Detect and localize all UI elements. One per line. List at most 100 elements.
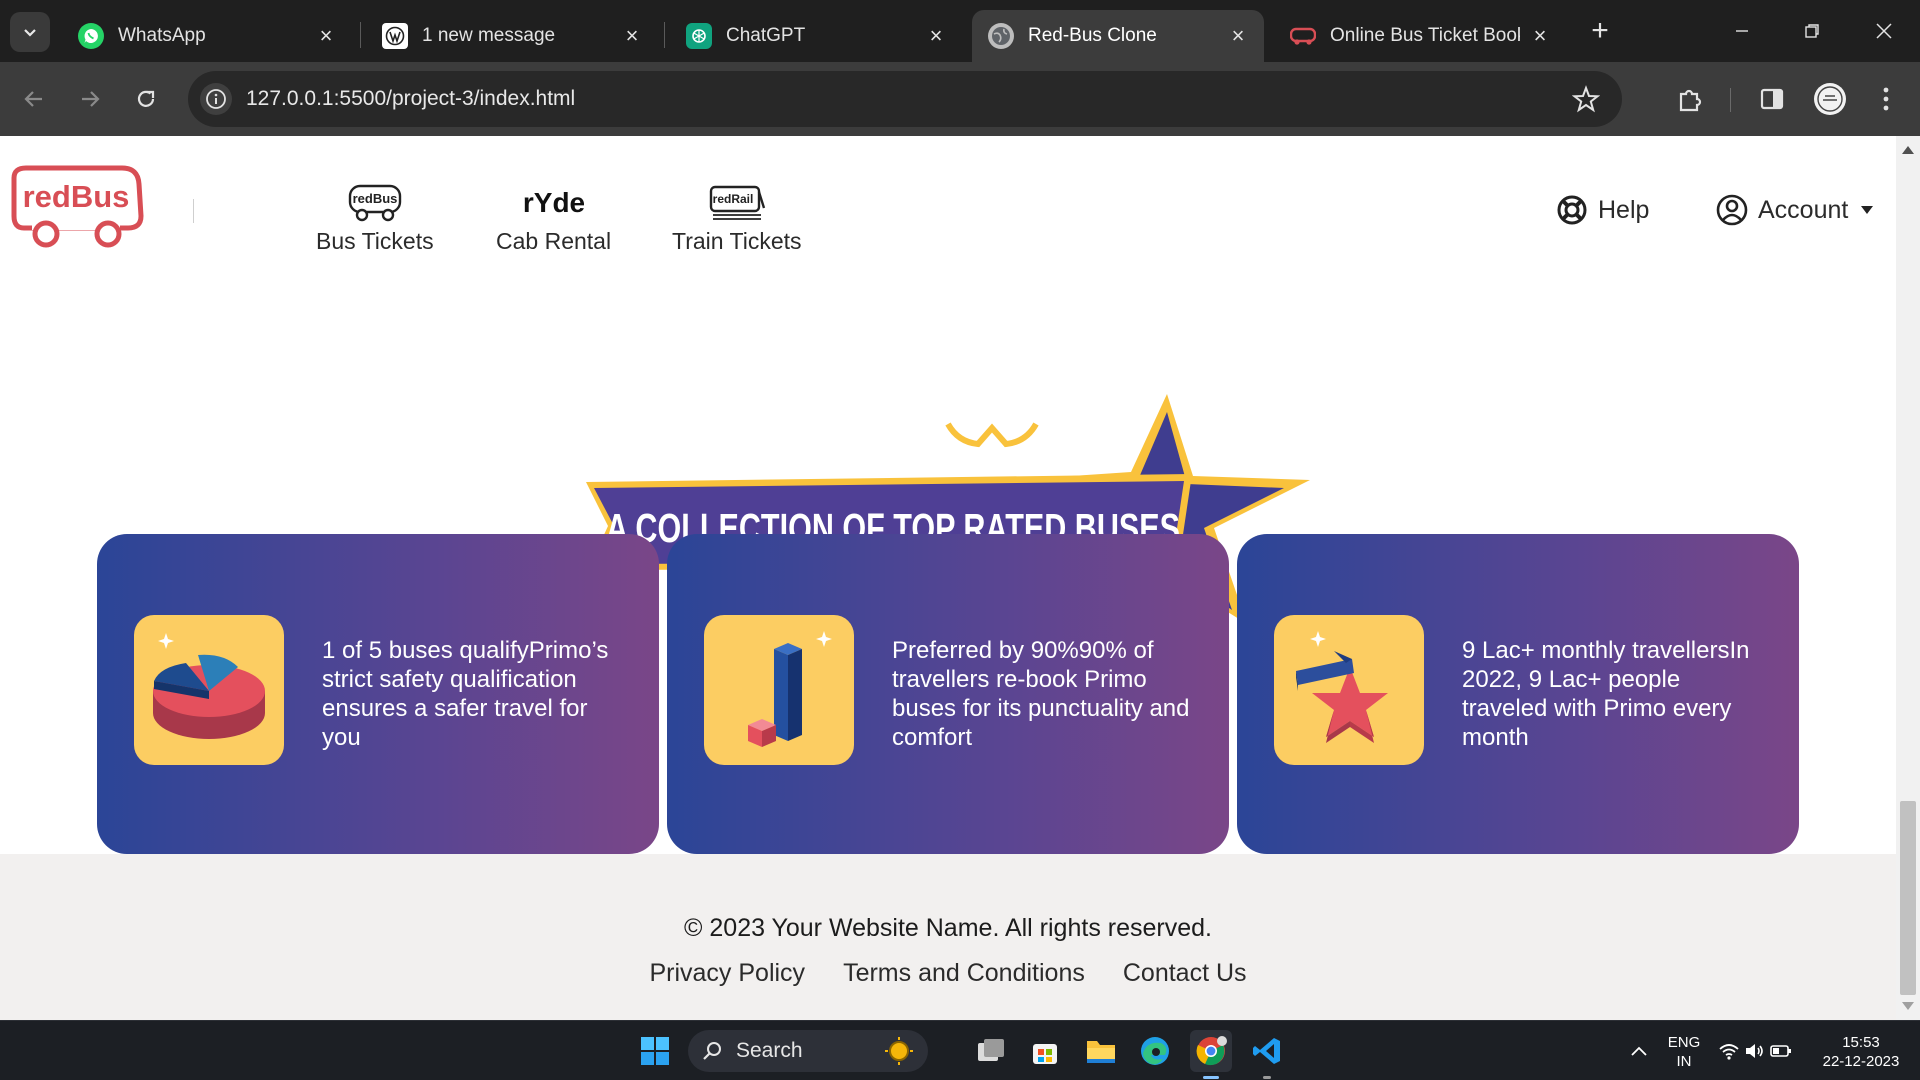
date-text: 22-12-2023 [1822, 1053, 1900, 1070]
caret-down-icon [1861, 206, 1874, 214]
close-icon[interactable]: × [314, 24, 338, 48]
contact-us-link[interactable]: Contact Us [1123, 959, 1247, 988]
redbus-icon [1290, 23, 1316, 49]
browser-tab-strip: WhatsApp × 1 new message × ChatGPT × Red… [0, 0, 1920, 62]
restore-button[interactable] [1792, 14, 1832, 48]
extensions-button[interactable] [1670, 79, 1710, 119]
redrail-icon: redRail [707, 182, 767, 222]
kebab-menu-icon [1883, 87, 1889, 111]
scroll-up-arrow[interactable] [1902, 146, 1914, 154]
redbus-bus-icon: redBus [346, 182, 404, 222]
language-text: ENG [1667, 1034, 1701, 1051]
star-chart-icon [1274, 615, 1424, 765]
bookmark-star-icon[interactable] [1571, 85, 1601, 118]
forward-button[interactable] [70, 79, 110, 119]
file-explorer-icon[interactable] [1080, 1030, 1122, 1072]
task-view-icon[interactable] [970, 1030, 1012, 1072]
tab-online-bus-ticket[interactable]: Online Bus Ticket Book × [1274, 10, 1566, 62]
battery-icon [1770, 1045, 1791, 1057]
tab-search-button[interactable] [10, 12, 50, 52]
stat-card: 1 of 5 buses qualifyPrimo’s strict safet… [97, 534, 659, 854]
windows-start-icon[interactable] [634, 1030, 676, 1072]
scroll-down-arrow[interactable] [1902, 1002, 1914, 1010]
stats-cards: 1 of 5 buses qualifyPrimo’s strict safet… [97, 534, 1799, 854]
scroll-thumb[interactable] [1900, 801, 1916, 995]
logo-text: redBus [23, 179, 130, 214]
account-menu[interactable]: Account [1716, 194, 1884, 226]
nav-cab-rental[interactable]: rYde Cab Rental [496, 182, 611, 255]
terms-link[interactable]: Terms and Conditions [843, 959, 1085, 988]
page-viewport: redBus redBus Bus Tickets rYde Cab Renta… [0, 136, 1920, 1020]
bar-chart-icon [704, 615, 854, 765]
windows-taskbar: Search ENG IN 15:53 22-12-2023 [0, 1020, 1920, 1080]
stat-card: Preferred by 90%90% of travellers re-boo… [667, 534, 1229, 854]
close-icon [1876, 23, 1892, 39]
info-icon[interactable] [200, 83, 232, 115]
header-divider [193, 199, 194, 223]
language-indicator[interactable]: ENG IN [1664, 1033, 1704, 1071]
vscode-icon[interactable] [1246, 1030, 1288, 1079]
edge-icon[interactable] [1134, 1030, 1176, 1072]
back-button[interactable] [14, 79, 54, 119]
clock[interactable]: 15:53 22-12-2023 [1806, 1033, 1916, 1071]
page-scrollbar[interactable] [1896, 136, 1920, 1020]
nav-label: Cab Rental [496, 228, 612, 254]
taskbar-search[interactable]: Search [688, 1030, 928, 1072]
stat-card: 9 Lac+ monthly travellersIn 2022, 9 Lac+… [1237, 534, 1799, 854]
reload-icon [137, 90, 155, 107]
ryde-icon: rYde [524, 182, 584, 222]
help-link[interactable]: Help [1556, 194, 1649, 226]
close-icon[interactable]: × [1528, 24, 1552, 48]
close-icon[interactable]: × [620, 24, 644, 48]
tray-chevron-up-icon[interactable] [1618, 1030, 1660, 1072]
lifebuoy-icon [1557, 195, 1587, 225]
chatgpt-icon [686, 23, 712, 49]
weather-sun-icon [885, 1037, 913, 1065]
tab-title: 1 new message [422, 25, 556, 46]
tab-whatsapp[interactable]: WhatsApp × [62, 10, 352, 62]
tab-title: Online Bus Ticket Book [1330, 25, 1520, 46]
copyright-text: © 2023 Your Website Name. All rights res… [684, 914, 1212, 942]
footer-links: Privacy Policy Terms and Conditions Cont… [0, 959, 1896, 988]
arrow-right-icon [82, 91, 100, 107]
tab-chatgpt[interactable]: ChatGPT × [670, 10, 962, 62]
store-icon[interactable] [1024, 1030, 1066, 1072]
tab-title: Red-Bus Clone [1028, 25, 1157, 46]
browser-toolbar: 127.0.0.1:5500/project-3/index.html [0, 62, 1920, 136]
nav-train-tickets[interactable]: redRail Train Tickets [672, 182, 802, 255]
reload-button[interactable] [126, 79, 166, 119]
privacy-policy-link[interactable]: Privacy Policy [649, 959, 805, 988]
close-window-button[interactable] [1864, 14, 1904, 48]
profile-avatar[interactable] [1810, 79, 1850, 119]
nav-bus-tickets[interactable]: redBus Bus Tickets [316, 182, 434, 255]
site-footer: © 2023 Your Website Name. All rights res… [0, 854, 1896, 1020]
region-text: IN [1676, 1053, 1692, 1070]
tab-red-bus-clone[interactable]: Red-Bus Clone × [972, 10, 1264, 62]
tab-wordpress[interactable]: 1 new message × [366, 10, 658, 62]
url-text[interactable]: 127.0.0.1:5500/project-3/index.html [246, 87, 575, 111]
address-bar[interactable]: 127.0.0.1:5500/project-3/index.html [188, 71, 1622, 127]
system-tray[interactable] [1710, 1030, 1800, 1072]
svg-text:rYde: rYde [524, 187, 584, 218]
redbus-logo[interactable]: redBus [8, 164, 144, 257]
minimize-button[interactable] [1722, 14, 1762, 48]
whatsapp-icon [78, 23, 104, 49]
tab-title: ChatGPT [726, 25, 806, 46]
chrome-icon[interactable] [1190, 1030, 1232, 1079]
close-icon[interactable]: × [924, 24, 948, 48]
close-icon[interactable]: × [1226, 24, 1250, 48]
new-tab-button[interactable]: + [1584, 16, 1616, 48]
time-text: 15:53 [1842, 1034, 1880, 1051]
globe-icon [988, 23, 1014, 49]
side-panel-button[interactable] [1752, 79, 1792, 119]
wifi-icon [1719, 1044, 1739, 1060]
card-text: 1 of 5 buses qualifyPrimo’s strict safet… [322, 637, 609, 751]
arrow-left-icon [24, 91, 42, 107]
menu-button[interactable] [1866, 79, 1906, 119]
side-panel-icon [1760, 88, 1784, 110]
svg-text:redBus: redBus [352, 191, 397, 206]
volume-icon [1746, 1044, 1763, 1058]
pie-chart-icon [134, 615, 284, 765]
nav-label: Bus Tickets [316, 228, 434, 254]
search-label: Search [736, 1039, 803, 1062]
